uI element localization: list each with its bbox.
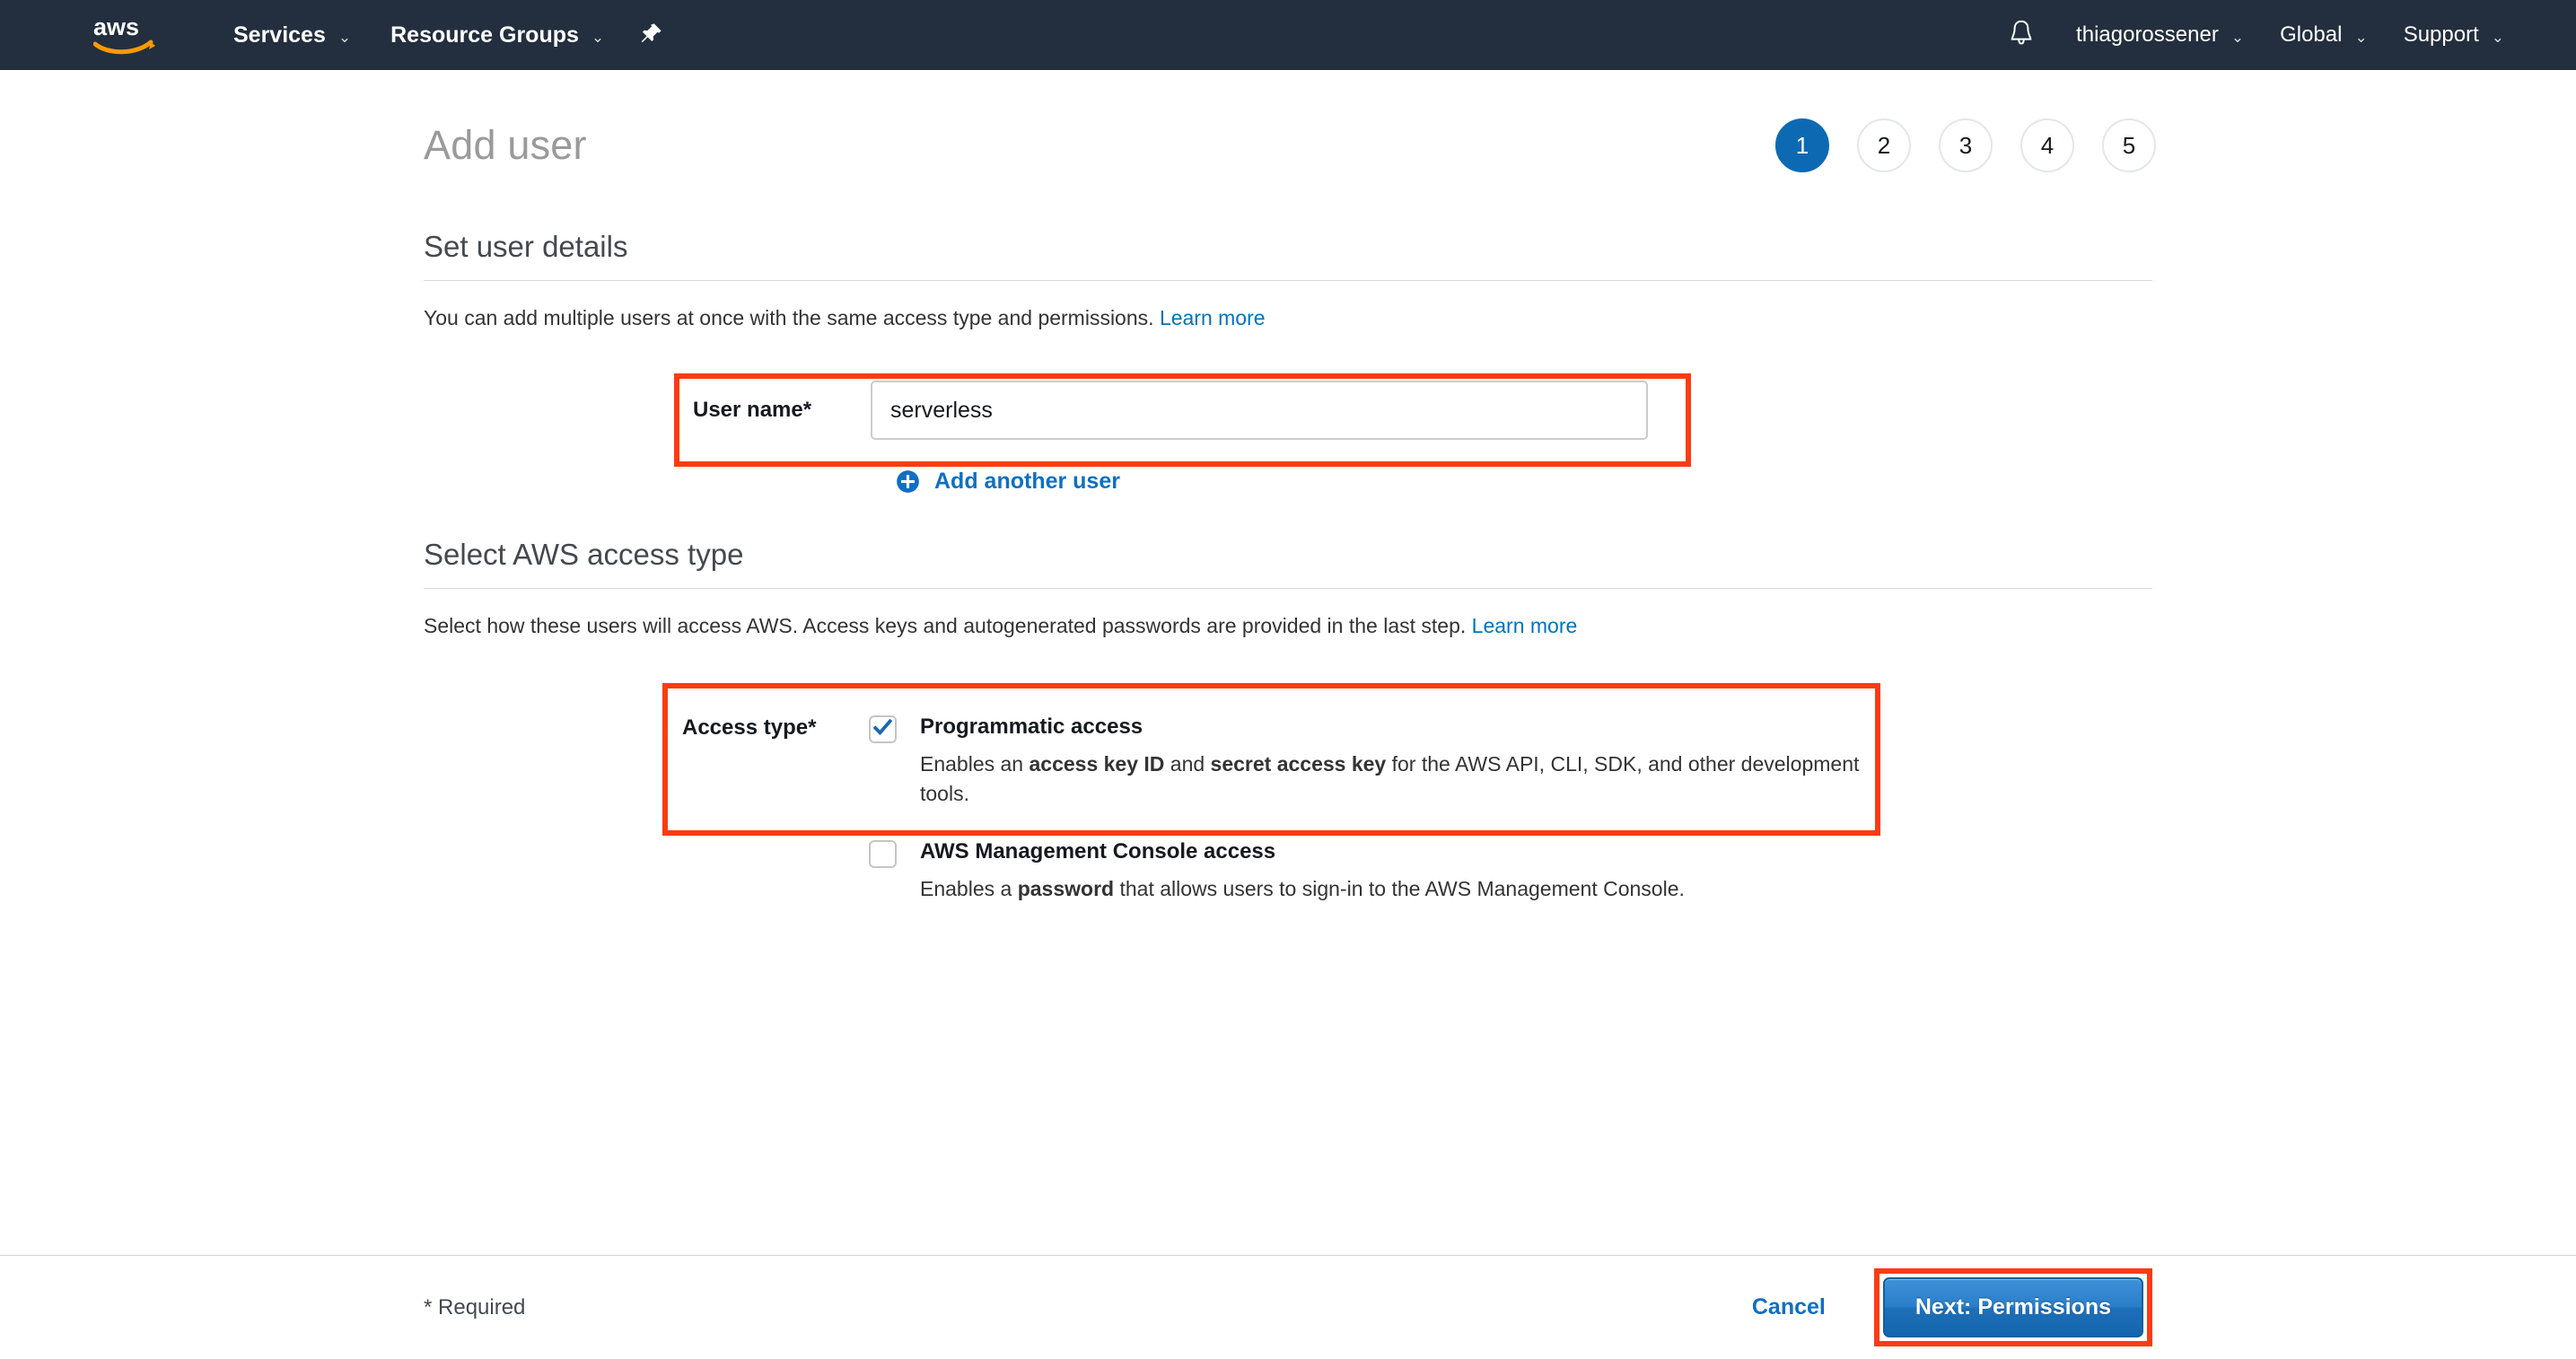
- wizard-step-1-label: 1: [1795, 131, 1809, 159]
- learn-more-link-user-details[interactable]: Learn more: [1160, 306, 1266, 329]
- cancel-button[interactable]: Cancel: [1734, 1285, 1844, 1329]
- nav-item-support-label: Support: [2403, 22, 2479, 47]
- section-divider: [424, 588, 2152, 590]
- user-details-description-text: You can add multiple users at once with …: [424, 306, 1154, 329]
- chevron-down-icon: ⌄: [591, 28, 605, 46]
- plus-circle-icon: [896, 469, 920, 494]
- access-type-row-console: AWS Management Console access Enables a …: [424, 810, 2152, 904]
- checkbox-programmatic-access[interactable]: [869, 715, 897, 744]
- nav-right-group: thiagorossener ⌄ Global ⌄ Support ⌄: [1985, 0, 2576, 70]
- nav-item-region[interactable]: Global ⌄: [2262, 0, 2386, 70]
- username-label: User name*: [693, 398, 812, 423]
- desc-text-2: that allows users to sign-in to the AWS …: [1114, 876, 1685, 900]
- access-type-area: Access type* Programmatic access Enables…: [424, 683, 2152, 837]
- nav-item-resource-groups-label: Resource Groups: [390, 22, 579, 48]
- top-navigation-bar: aws Services ⌄ Resource Groups ⌄ thiagor…: [0, 0, 2576, 70]
- nav-item-support[interactable]: Support ⌄: [2386, 0, 2522, 70]
- next-permissions-button[interactable]: Next: Permissions: [1882, 1277, 2143, 1337]
- page-footer: * Required Cancel Next: Permissions: [0, 1255, 2576, 1359]
- username-row: User name*: [424, 381, 2152, 441]
- form-panel: Set user details You can add multiple us…: [424, 230, 2152, 904]
- access-type-row-programmatic: Access type* Programmatic access Enables…: [424, 683, 2152, 810]
- username-field-area: User name*: [424, 373, 2152, 468]
- chevron-down-icon: ⌄: [2491, 28, 2504, 46]
- programmatic-access-description: Enables an access key ID and secret acce…: [920, 750, 1880, 810]
- access-type-label: Access type*: [682, 715, 817, 741]
- page-title: Add user: [424, 122, 587, 168]
- pushpin-button[interactable]: [624, 0, 679, 70]
- chevron-down-icon: ⌄: [2354, 28, 2368, 46]
- desc-text-1: Enables an: [920, 752, 1030, 776]
- footer-actions: Cancel Next: Permissions: [1734, 1268, 2152, 1346]
- notifications-button[interactable]: [1985, 0, 2058, 70]
- wizard-step-1[interactable]: 1: [1775, 118, 1829, 172]
- notifications-bell-icon: [2008, 19, 2035, 52]
- aws-logo[interactable]: aws: [92, 13, 158, 56]
- nav-item-region-label: Global: [2280, 22, 2343, 47]
- nav-item-account[interactable]: thiagorossener ⌄: [2058, 0, 2262, 70]
- pushpin-icon: [640, 22, 663, 49]
- wizard-step-4[interactable]: 4: [2020, 118, 2074, 172]
- username-input[interactable]: [871, 381, 1648, 441]
- console-access-body: AWS Management Console access Enables a …: [920, 838, 1685, 904]
- add-another-user-label: Add another user: [934, 469, 1120, 495]
- page-header-row: Add user 1 2 3 4 5: [0, 104, 2576, 187]
- wizard-step-indicator: 1 2 3 4 5: [1775, 118, 2156, 172]
- wizard-step-2-label: 2: [1877, 131, 1891, 159]
- page-content: Add user 1 2 3 4 5 Set user details You …: [0, 70, 2576, 904]
- learn-more-link-access-type[interactable]: Learn more: [1472, 614, 1578, 637]
- console-access-description: Enables a password that allows users to …: [920, 874, 1685, 904]
- nav-item-resource-groups[interactable]: Resource Groups ⌄: [371, 0, 624, 70]
- desc-text-1: Enables a: [920, 876, 1018, 900]
- add-another-user-button[interactable]: Add another user: [424, 469, 1120, 495]
- section-divider: [424, 280, 2152, 281]
- console-access-title: AWS Management Console access: [920, 838, 1276, 864]
- programmatic-access-title: Programmatic access: [920, 715, 1143, 740]
- wizard-step-5-label: 5: [2122, 131, 2136, 159]
- section-title-access-type: Select AWS access type: [424, 538, 744, 572]
- desc-text-2: and: [1164, 752, 1211, 776]
- wizard-step-4-label: 4: [2040, 131, 2055, 159]
- nav-item-services[interactable]: Services ⌄: [214, 0, 371, 70]
- wizard-step-3-label: 3: [1958, 131, 1973, 159]
- nav-item-account-label: thiagorossener: [2076, 22, 2219, 47]
- page-body: Add user 1 2 3 4 5 Set user details You …: [0, 70, 2576, 1359]
- desc-bold-secret-access-key: secret access key: [1210, 752, 1387, 776]
- nav-left-group: aws Services ⌄ Resource Groups ⌄: [0, 0, 679, 70]
- chevron-down-icon: ⌄: [2230, 28, 2245, 46]
- desc-bold-password: password: [1017, 876, 1115, 900]
- section-title-user-details: Set user details: [424, 230, 628, 263]
- programmatic-access-body: Programmatic access Enables an access ke…: [920, 714, 1880, 810]
- chevron-down-icon: ⌄: [337, 28, 352, 46]
- checkbox-console-access[interactable]: [869, 839, 897, 868]
- section-description-user-details: You can add multiple users at once with …: [424, 304, 2152, 332]
- checkmark-icon: [872, 717, 893, 742]
- desc-bold-access-key-id: access key ID: [1029, 752, 1165, 776]
- svg-text:aws: aws: [93, 14, 139, 40]
- nav-item-services-label: Services: [233, 22, 326, 48]
- section-description-access-type: Select how these users will access AWS. …: [424, 612, 2152, 640]
- required-note: * Required: [424, 1294, 526, 1320]
- next-button-wrapper: Next: Permissions: [1873, 1268, 2152, 1346]
- wizard-step-3[interactable]: 3: [1939, 118, 1993, 172]
- wizard-step-2[interactable]: 2: [1857, 118, 1911, 172]
- access-type-description-text: Select how these users will access AWS. …: [424, 614, 1467, 638]
- wizard-step-5[interactable]: 5: [2102, 118, 2156, 172]
